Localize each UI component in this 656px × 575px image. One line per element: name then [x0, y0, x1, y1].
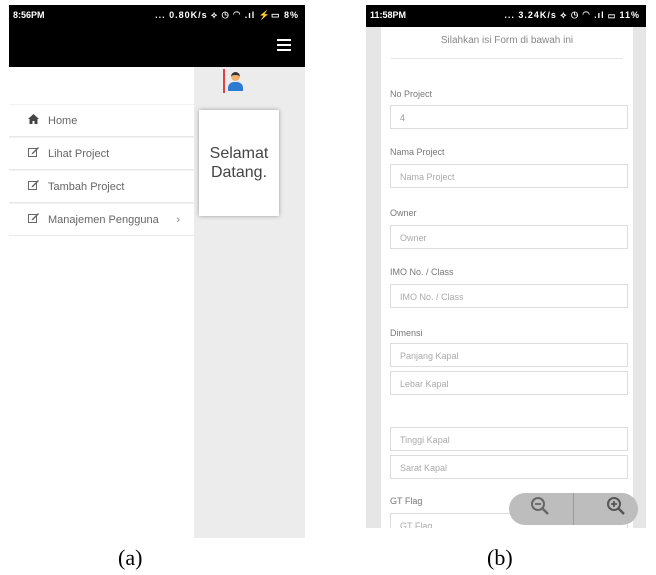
- phone-screen-a: 8:56PM ... 0.80K/s ⟡ ◷ ◠ .ıl ⚡▭ 8% Home …: [9, 5, 305, 538]
- status-time: 11:58PM: [370, 10, 407, 20]
- status-icons: ... 0.80K/s ⟡ ◷ ◠ .ıl ⚡▭ 8%: [155, 10, 299, 20]
- welcome-card: Selamat Datang.: [199, 110, 279, 216]
- no-project-field[interactable]: 4: [390, 105, 628, 129]
- top-navbar: [9, 27, 305, 67]
- sidebar-item-label: Lihat Project: [48, 147, 110, 160]
- edit-icon: [26, 180, 40, 193]
- label-nama-project: Nama Project: [390, 147, 445, 157]
- nama-project-input[interactable]: Nama Project: [390, 164, 628, 188]
- sidebar-item-home[interactable]: Home: [9, 104, 194, 137]
- zoom-in-icon[interactable]: [603, 496, 629, 522]
- status-bar: 8:56PM ... 0.80K/s ⟡ ◷ ◠ .ıl ⚡▭ 8%: [9, 5, 305, 27]
- phone-screen-b: 11:58PM ... 3.24K/s ⟡ ◷ ◠ .ıl ▭ 11% Sila…: [366, 5, 646, 528]
- divider: [391, 58, 623, 59]
- edit-icon: [26, 147, 40, 160]
- sarat-kapal-input[interactable]: Sarat Kapal: [390, 455, 628, 479]
- owner-input[interactable]: Owner: [390, 225, 628, 249]
- imo-class-input[interactable]: IMO No. / Class: [390, 284, 628, 308]
- sidebar-item-label: Home: [48, 114, 78, 127]
- hamburger-menu-icon[interactable]: [277, 39, 291, 51]
- status-time: 8:56PM: [13, 10, 45, 20]
- status-icons: ... 3.24K/s ⟡ ◷ ◠ .ıl ▭ 11%: [504, 10, 640, 20]
- user-avatar-icon[interactable]: [223, 69, 243, 93]
- label-imo: IMO No. / Class: [390, 267, 454, 277]
- lebar-kapal-input[interactable]: Lebar Kapal: [390, 371, 628, 395]
- welcome-line-1: Selamat: [209, 145, 269, 162]
- welcome-line-2: Datang.: [210, 164, 268, 181]
- label-owner: Owner: [390, 208, 417, 218]
- project-form: Silahkan isi Form di bawah ini No Projec…: [381, 27, 633, 528]
- edit-icon: [26, 213, 40, 226]
- form-title: Silahkan isi Form di bawah ini: [440, 35, 574, 46]
- label-gt-flag: GT Flag: [390, 496, 423, 506]
- zoom-out-icon[interactable]: [527, 496, 553, 522]
- sidebar: Home Lihat Project Tambah Project Manaje…: [9, 67, 194, 538]
- caption-b: (b): [487, 545, 513, 570]
- sidebar-item-manajemen-pengguna[interactable]: Manajemen Pengguna ›: [9, 203, 194, 236]
- sidebar-item-label: Manajemen Pengguna: [48, 213, 159, 226]
- label-dimensi: Dimensi: [390, 328, 423, 338]
- label-no-project: No Project: [390, 89, 433, 99]
- sidebar-item-tambah-project[interactable]: Tambah Project: [9, 170, 194, 203]
- status-bar: 11:58PM ... 3.24K/s ⟡ ◷ ◠ .ıl ▭ 11%: [366, 5, 646, 27]
- panjang-kapal-input[interactable]: Panjang Kapal: [390, 343, 628, 367]
- chevron-right-icon: ›: [176, 213, 180, 226]
- sidebar-item-label: Tambah Project: [48, 180, 125, 193]
- home-icon: [26, 114, 40, 127]
- caption-a: (a): [118, 545, 143, 570]
- sidebar-menu: Home Lihat Project Tambah Project Manaje…: [9, 104, 194, 236]
- zoom-controls: [509, 493, 638, 525]
- tinggi-kapal-input[interactable]: Tinggi Kapal: [390, 427, 628, 451]
- sidebar-item-lihat-project[interactable]: Lihat Project: [9, 137, 194, 170]
